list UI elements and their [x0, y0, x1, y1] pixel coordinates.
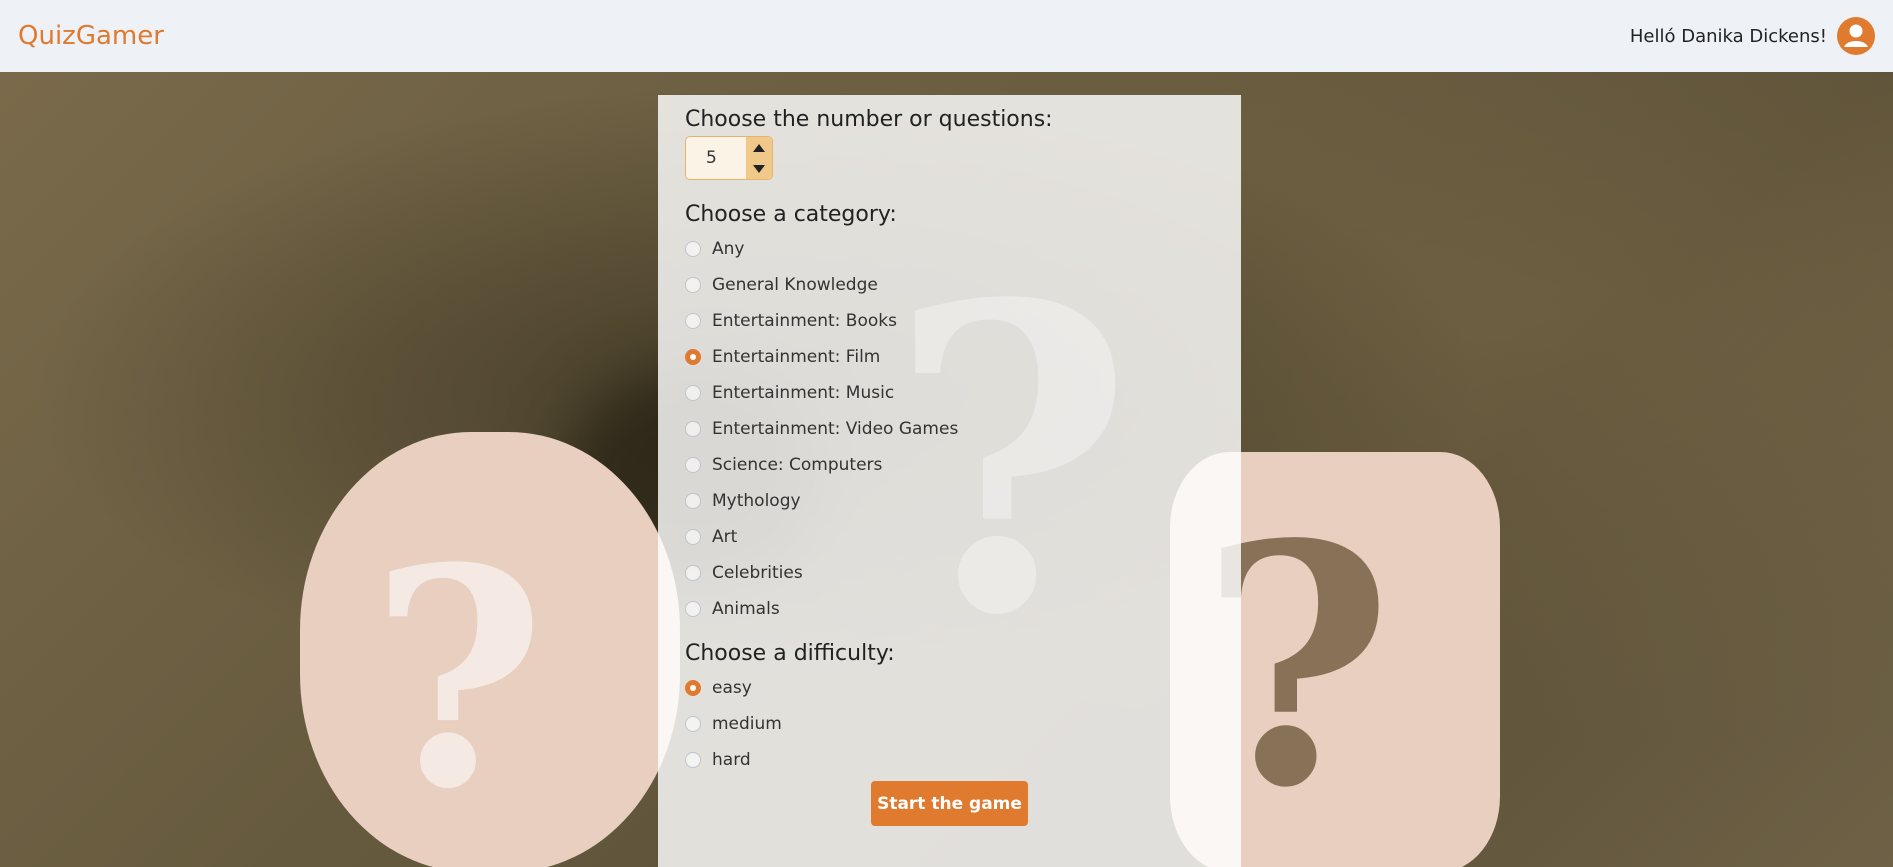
category-option[interactable]: Mythology — [685, 483, 1214, 519]
difficulty-title: Choose a difficulty: — [685, 641, 895, 666]
category-option-label: Celebrities — [712, 563, 803, 583]
difficulty-option[interactable]: medium — [685, 706, 1214, 742]
caret-up-icon — [753, 143, 765, 152]
category-radio[interactable] — [685, 421, 701, 437]
category-radio[interactable] — [685, 601, 701, 617]
difficulty-radio[interactable] — [685, 680, 701, 696]
category-option-label: Animals — [712, 599, 780, 619]
category-option[interactable]: Art — [685, 519, 1214, 555]
category-radio[interactable] — [685, 529, 701, 545]
category-option[interactable]: Entertainment: Video Games — [685, 411, 1214, 447]
category-option-label: Entertainment: Books — [712, 311, 897, 331]
category-option[interactable]: Any — [685, 231, 1214, 267]
category-radio[interactable] — [685, 385, 701, 401]
stepper-buttons — [746, 137, 772, 179]
difficulty-group: Choose a difficulty: easy medium hard — [685, 641, 1214, 778]
category-radio[interactable] — [685, 241, 701, 257]
difficulty-radio[interactable] — [685, 752, 701, 768]
category-option[interactable]: General Knowledge — [685, 267, 1214, 303]
category-option-label: Mythology — [712, 491, 801, 511]
questions-count-input[interactable]: 5 — [686, 137, 746, 179]
category-option-label: Science: Computers — [712, 455, 883, 475]
category-radio[interactable] — [685, 313, 701, 329]
category-option-label: Any — [712, 239, 745, 259]
category-option[interactable]: Entertainment: Film — [685, 339, 1214, 375]
difficulty-option-label: medium — [712, 714, 782, 734]
category-option[interactable]: Animals — [685, 591, 1214, 627]
category-radio[interactable] — [685, 493, 701, 509]
difficulty-option[interactable]: hard — [685, 742, 1214, 778]
difficulty-option[interactable]: easy — [685, 670, 1214, 706]
category-option-label: Entertainment: Video Games — [712, 419, 959, 439]
category-option[interactable]: Entertainment: Books — [685, 303, 1214, 339]
category-radio[interactable] — [685, 457, 701, 473]
category-option[interactable]: Science: Computers — [685, 447, 1214, 483]
difficulty-radio[interactable] — [685, 716, 701, 732]
category-option[interactable]: Celebrities — [685, 555, 1214, 591]
category-options: Any General Knowledge Entertainment: Books… — [685, 231, 1214, 627]
question-mark-left: ? — [370, 502, 546, 855]
questions-count-title: Choose the number or questions: — [685, 107, 1053, 132]
category-group: Choose a category: Any General Knowledge E… — [685, 202, 1214, 627]
questions-count-stepper[interactable]: 5 — [685, 136, 773, 180]
difficulty-options: easy medium hard — [685, 670, 1214, 778]
user-area: Helló Danika Dickens! — [1630, 17, 1875, 55]
category-radio[interactable] — [685, 349, 701, 365]
start-game-button[interactable]: Start the game — [871, 781, 1028, 826]
category-option-label: General Knowledge — [712, 275, 878, 295]
user-greeting: Helló Danika Dickens! — [1629, 25, 1827, 47]
brand-link[interactable]: QuizGamer — [18, 21, 164, 51]
difficulty-option-label: hard — [712, 750, 751, 770]
difficulty-option-label: easy — [712, 678, 752, 698]
category-option-label: Entertainment: Film — [712, 347, 881, 367]
category-option-label: Entertainment: Music — [712, 383, 895, 403]
category-radio[interactable] — [685, 277, 701, 293]
quiz-settings-panel: ? Choose the number or questions: 5 Choo… — [658, 95, 1241, 867]
navbar: QuizGamer Helló Danika Dickens! — [0, 0, 1893, 72]
category-title: Choose a category: — [685, 202, 897, 227]
stepper-decrement-button[interactable] — [746, 158, 772, 179]
caret-down-icon — [753, 164, 765, 173]
user-avatar-icon[interactable] — [1837, 17, 1875, 55]
stepper-increment-button[interactable] — [746, 137, 772, 158]
category-option[interactable]: Entertainment: Music — [685, 375, 1214, 411]
category-option-label: Art — [712, 527, 738, 547]
category-radio[interactable] — [685, 565, 701, 581]
